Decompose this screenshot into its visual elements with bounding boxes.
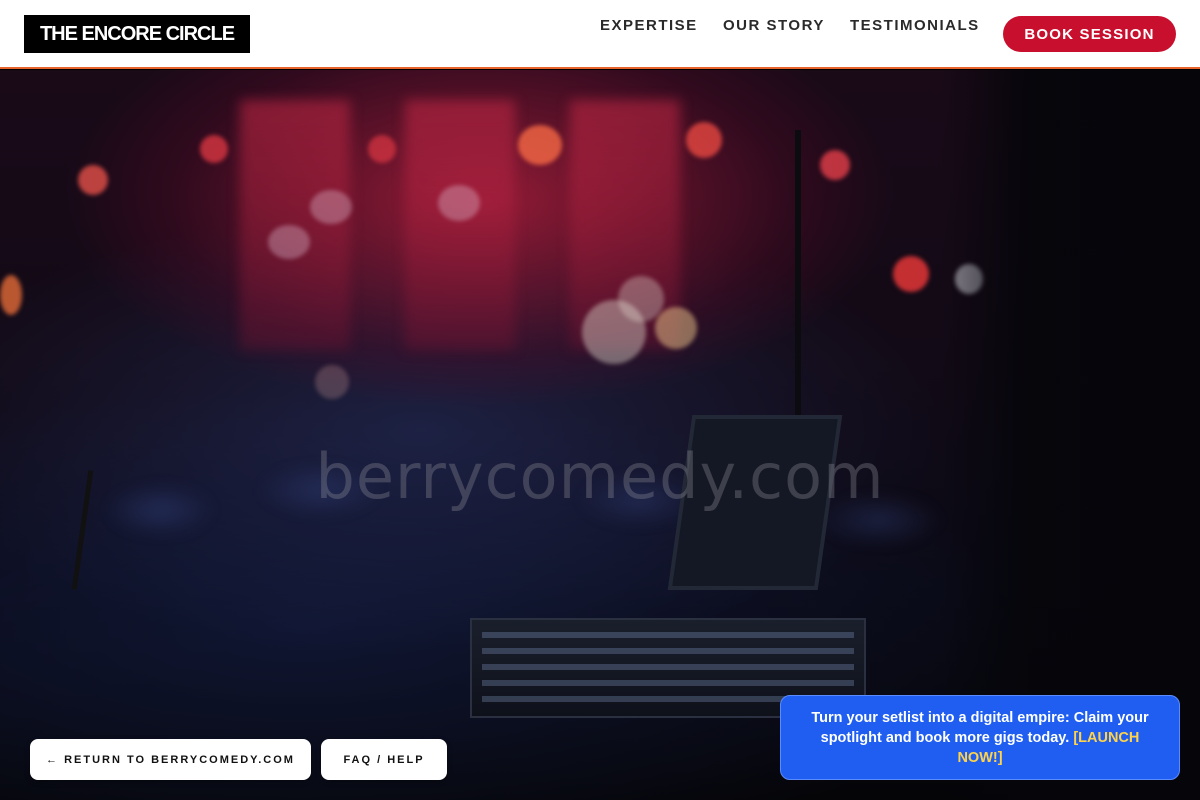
bokeh-light (368, 135, 396, 163)
bokeh-light (820, 150, 850, 180)
stage-curtain (405, 100, 515, 350)
bokeh-light (686, 122, 722, 158)
console-row (482, 632, 854, 638)
bokeh-light (893, 256, 929, 292)
cta-banner[interactable]: Turn your setlist into a digital empire:… (780, 695, 1180, 780)
console-row (482, 648, 854, 654)
return-button[interactable]: ← RETURN TO BERRYCOMEDY.COM (30, 739, 311, 780)
nav-link-our-story[interactable]: OUR STORY (723, 17, 825, 35)
bokeh-light (0, 275, 22, 315)
mic-stand (795, 130, 801, 430)
bokeh-light (78, 165, 108, 195)
book-session-button[interactable]: BOOK SESSION (1003, 16, 1176, 52)
bokeh-light (655, 307, 697, 349)
bokeh-light (200, 135, 228, 163)
bokeh-light (438, 185, 480, 221)
console-row (482, 664, 854, 670)
hero-background (0, 70, 1200, 800)
bokeh-light (310, 190, 352, 224)
bokeh-light (315, 365, 349, 399)
bokeh-light (518, 125, 562, 165)
domain-watermark: berrycomedy.com (315, 440, 885, 513)
bokeh-light (618, 276, 664, 322)
dark-overlay (940, 70, 1200, 800)
bokeh-light (268, 225, 310, 259)
nav-link-testimonials[interactable]: TESTIMONIALS (850, 17, 980, 35)
faq-help-button[interactable]: FAQ / HELP (321, 739, 447, 780)
site-header: THE ENCORE CIRCLE EXPERTISE OUR STORY TE… (0, 0, 1200, 69)
console-row (482, 680, 854, 686)
nav-link-expertise[interactable]: EXPERTISE (600, 17, 698, 35)
site-logo[interactable]: THE ENCORE CIRCLE (24, 15, 250, 53)
